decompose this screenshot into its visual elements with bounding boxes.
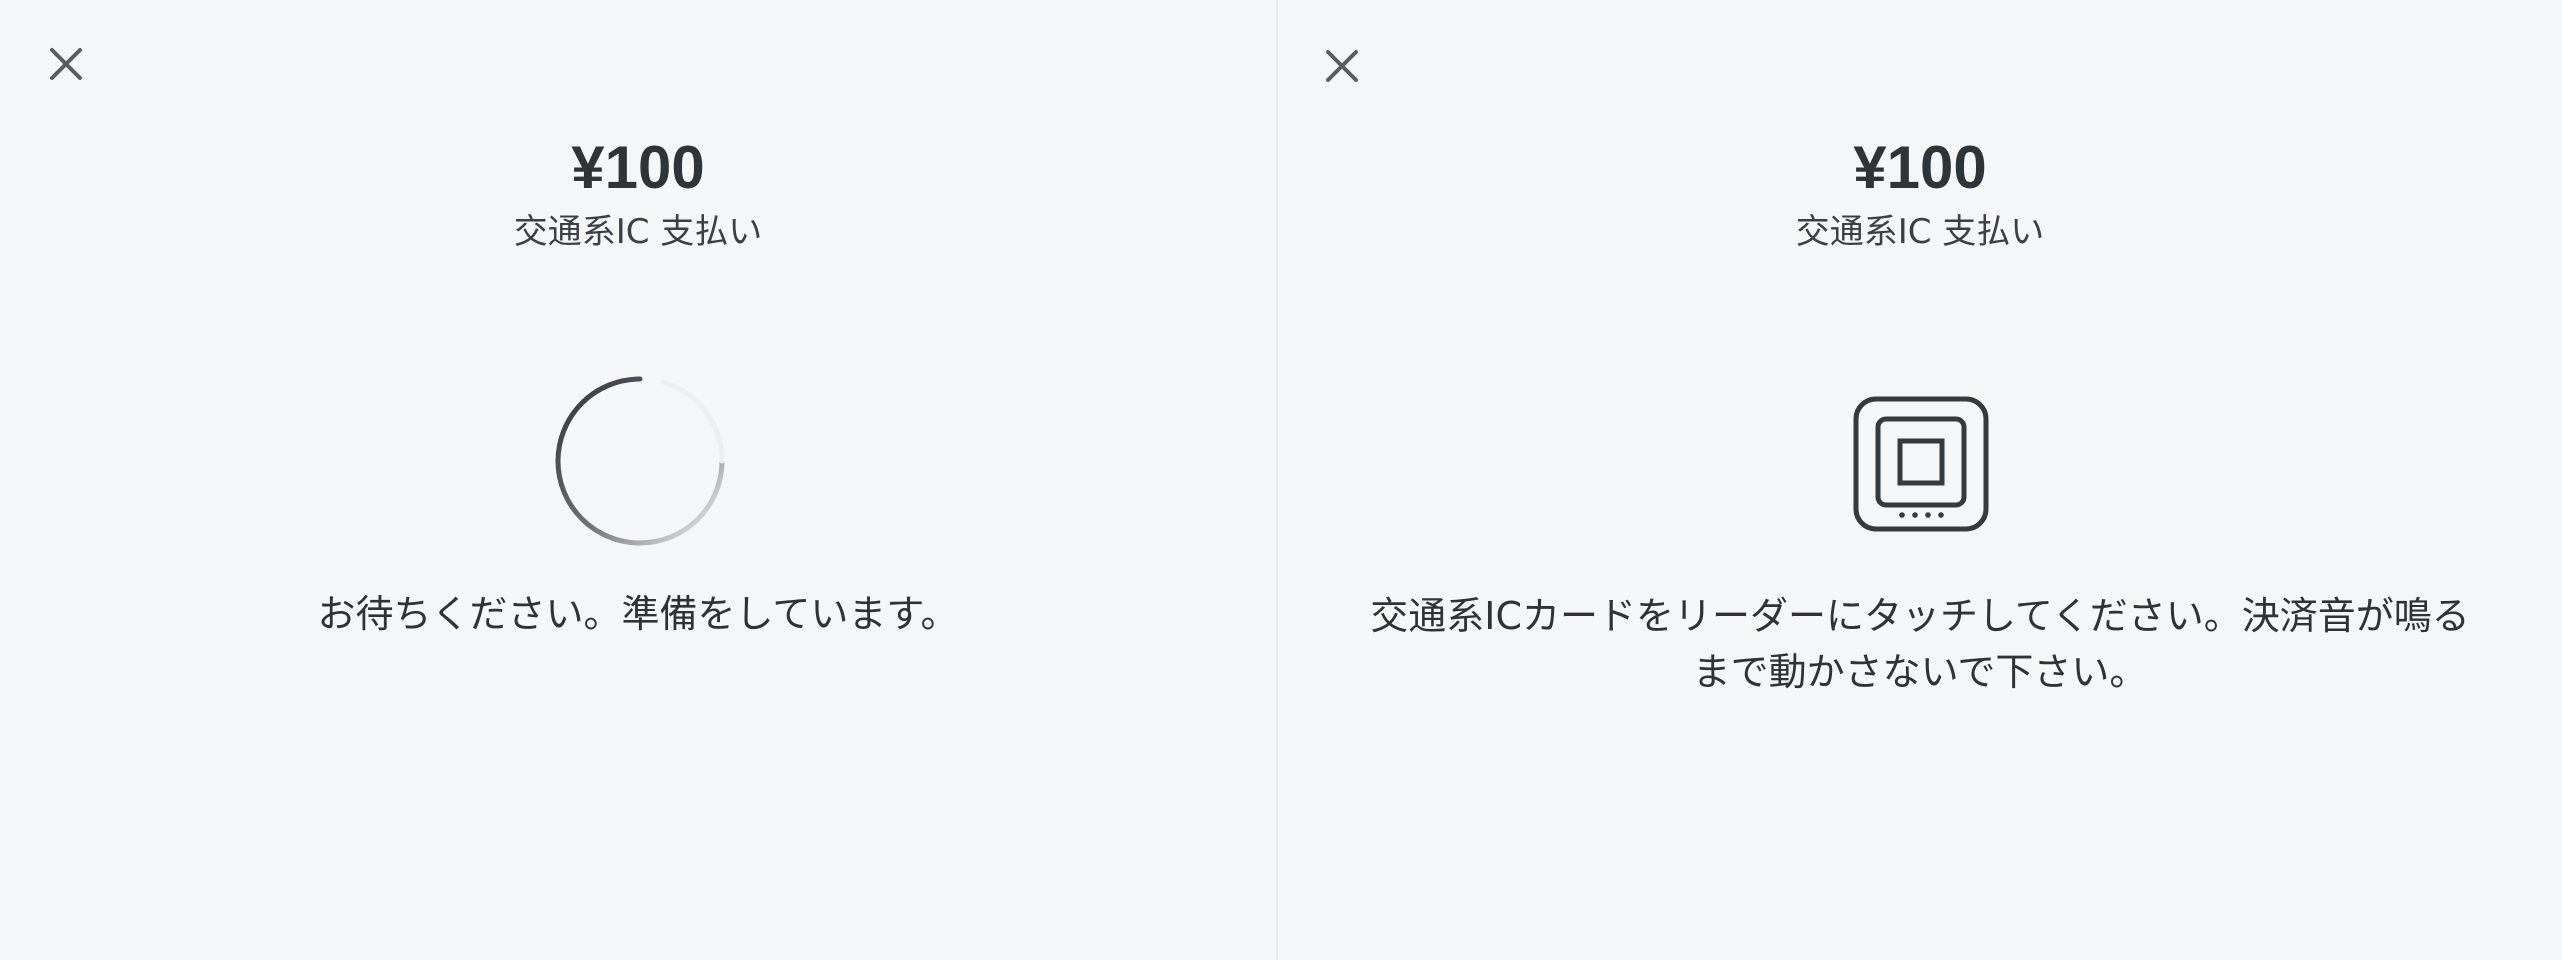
payment-method-label: 交通系IC 支払い <box>1795 212 2045 252</box>
status-message: お待ちください。準備をしています。 <box>317 592 959 636</box>
instruction-line-1: 交通系ICカードをリーダーにタッチしてください。決済音が鳴る <box>1370 594 2470 638</box>
card-reader-icon <box>1853 396 1989 532</box>
instruction-message: 交通系ICカードをリーダーにタッチしてください。決済音が鳴る まで動かさないで下… <box>1278 588 2562 700</box>
close-button[interactable] <box>1322 46 1362 86</box>
payment-method-label: 交通系IC 支払い <box>513 212 763 252</box>
screen: ¥100 交通系IC 支払い お待ちください。準備をしています。 ¥100 交通… <box>0 0 2562 960</box>
instruction-line-2: まで動かさないで下さい。 <box>1692 650 2148 694</box>
loading-spinner-icon <box>555 376 725 546</box>
close-icon <box>50 48 82 80</box>
preparing-panel: ¥100 交通系IC 支払い お待ちください。準備をしています。 <box>0 0 1278 960</box>
close-button[interactable] <box>46 44 86 84</box>
close-icon <box>1326 50 1358 82</box>
payment-amount: ¥100 <box>1853 134 1987 201</box>
payment-amount: ¥100 <box>571 134 705 201</box>
